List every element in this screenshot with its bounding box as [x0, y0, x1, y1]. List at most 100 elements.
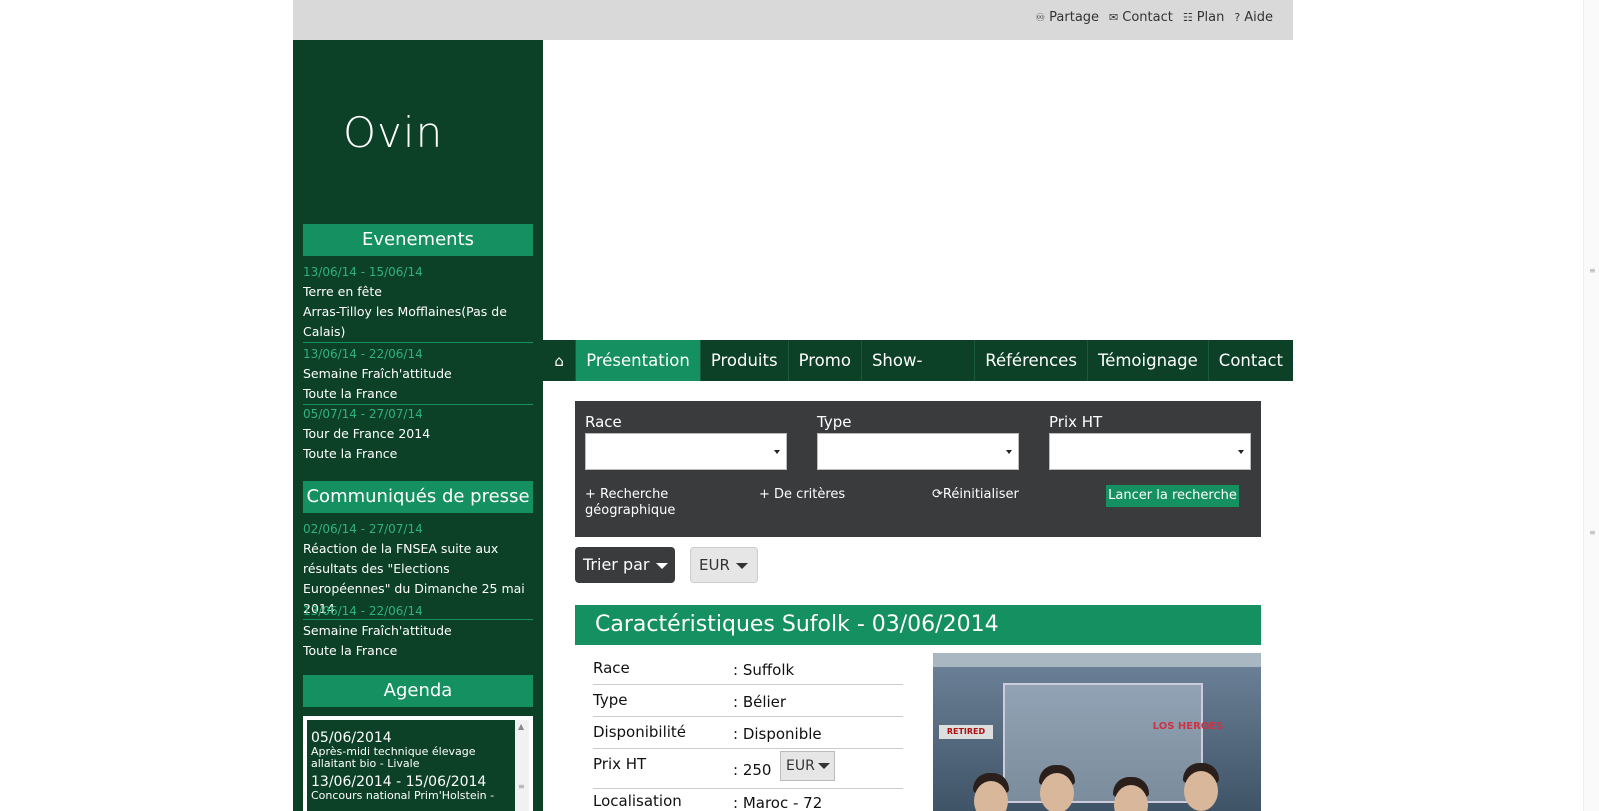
help-label: Aide	[1244, 10, 1273, 25]
photo-sign: LOS HEROES	[1152, 721, 1224, 732]
event-title: Terre en fête	[303, 284, 382, 299]
home-icon[interactable]: ⌂	[543, 340, 577, 381]
contact-label: Contact	[1122, 10, 1173, 25]
race-label: Race	[585, 413, 622, 431]
reset-link[interactable]: ⟳Réinitialiser	[932, 487, 1019, 503]
spec-row: Type : Bélier	[593, 685, 903, 717]
product-photo[interactable]: RETIRED LOS HEROES	[933, 653, 1261, 811]
envelope-icon: ✉	[1109, 11, 1119, 24]
event-place: Arras-Tilloy les Mofflaines(Pas de Calai…	[303, 304, 507, 339]
agenda-box[interactable]: 05/06/2014 Après-midi technique élevage …	[303, 716, 533, 811]
photo-person	[1184, 771, 1218, 811]
type-select[interactable]	[817, 433, 1019, 470]
caret-down-icon	[774, 450, 780, 454]
share-icon: ♾	[1035, 11, 1046, 24]
caret-down-icon	[735, 562, 748, 569]
search-panel: Race Type Prix HT + Recherche géographiq…	[575, 401, 1261, 537]
price-currency-select[interactable]: EUR	[780, 751, 835, 781]
spec-row: Disponibilité : Disponible	[593, 717, 903, 749]
geo-search-link[interactable]: + Recherche géographique	[585, 487, 695, 519]
press-place: Toute la France	[303, 643, 398, 658]
sitemap-icon: ☷	[1182, 11, 1193, 24]
scroll-up-icon[interactable]: ▲	[518, 722, 524, 731]
top-links: ♾ Partage ✉ Contact ☷ Plan ? Aide	[1035, 10, 1273, 25]
race-select[interactable]	[585, 433, 787, 470]
more-criteria-link[interactable]: + De critères	[759, 487, 845, 503]
currency-dropdown[interactable]: EUR	[690, 547, 758, 583]
press-date: 02/06/14 - 27/07/14	[303, 522, 423, 536]
top-bar: ♾ Partage ✉ Contact ☷ Plan ? Aide	[293, 0, 1293, 40]
help-link[interactable]: ? Aide	[1234, 10, 1273, 25]
prix-label: Prix HT	[1049, 413, 1103, 431]
spec-row: Race : Suffolk	[593, 653, 903, 685]
events-title: Evenements	[303, 224, 533, 256]
share-link[interactable]: ♾ Partage	[1035, 10, 1099, 25]
spec-value: : Disponible	[733, 725, 822, 743]
event-date: 05/07/14 - 27/07/14	[303, 407, 423, 421]
nav-item-references[interactable]: Références	[975, 340, 1088, 381]
refresh-icon: ⟳	[932, 487, 943, 502]
press-title: Communiqués de presse	[303, 481, 533, 513]
caret-down-icon	[817, 763, 830, 769]
share-label: Partage	[1049, 10, 1100, 25]
agenda-title: Agenda	[303, 675, 533, 707]
page-scrollbar[interactable]: ≡ ≡	[1583, 0, 1599, 811]
nav-item-produits[interactable]: Produits	[701, 340, 789, 381]
prix-select[interactable]	[1049, 433, 1251, 470]
spec-key: Localisation	[593, 792, 682, 810]
agenda-desc: Après-midi technique élevage allaitant b…	[311, 745, 476, 770]
banner-area	[543, 40, 1293, 340]
nav-item-presentation[interactable]: Présentation	[576, 340, 701, 381]
event-item[interactable]: 13/06/14 - 22/06/14 Semaine Fraîch'attit…	[303, 344, 533, 405]
spec-key: Race	[593, 659, 630, 677]
spec-key: Disponibilité	[593, 723, 687, 741]
scroll-grip-icon[interactable]: ≡	[1589, 266, 1596, 275]
event-date: 13/06/14 - 15/06/14	[303, 265, 423, 279]
contact-link[interactable]: ✉ Contact	[1109, 10, 1173, 25]
event-item[interactable]: 13/06/14 - 15/06/14 Terre en fête Arras-…	[303, 262, 533, 343]
site-logo[interactable]: Ovin	[343, 108, 443, 157]
agenda-desc: Concours national Prim'Holstein -	[311, 789, 495, 802]
nav-item-show-room[interactable]: Show-Room	[862, 340, 976, 411]
nav-item-promo[interactable]: Promo	[789, 340, 862, 381]
question-icon: ?	[1234, 11, 1241, 24]
event-title: Semaine Fraîch'attitude	[303, 366, 452, 381]
nav-item-contact[interactable]: Contact	[1209, 340, 1293, 381]
nav-item-temoignage[interactable]: Témoignage	[1088, 340, 1209, 381]
spec-value: : Suffolk	[733, 661, 795, 679]
agenda-date[interactable]: 13/06/2014 - 15/06/2014	[311, 774, 511, 790]
agenda-scrollbar[interactable]: ▲ ≡	[515, 720, 529, 811]
spec-row: Localisation : Maroc - 72	[593, 789, 903, 811]
photo-sign: RETIRED	[939, 725, 993, 739]
event-place: Toute la France	[303, 446, 398, 461]
scroll-grip-icon[interactable]: ≡	[1589, 528, 1596, 537]
currency-label: EUR	[699, 556, 730, 574]
spec-key: Prix HT	[593, 755, 647, 773]
sort-label: Trier par	[583, 555, 650, 574]
photo-bus-window	[1003, 683, 1203, 803]
press-text: Semaine Fraîch'attitude	[303, 623, 452, 638]
caret-down-icon	[655, 562, 668, 569]
plan-label: Plan	[1196, 10, 1225, 25]
event-item[interactable]: 05/07/14 - 27/07/14 Tour de France 2014 …	[303, 404, 533, 464]
press-date: 13/06/14 - 22/06/14	[303, 604, 423, 618]
reset-label: Réinitialiser	[942, 487, 1019, 502]
press-item[interactable]: 13/06/14 - 22/06/14 Semaine Fraîch'attit…	[303, 601, 533, 661]
scroll-grip-icon[interactable]: ≡	[518, 782, 526, 791]
submit-search-button[interactable]: Lancer la recherche	[1106, 485, 1239, 507]
spec-value: : Bélier	[733, 693, 787, 711]
agenda-date[interactable]: 05/06/2014	[311, 730, 511, 746]
sort-dropdown[interactable]: Trier par	[575, 547, 675, 583]
price-currency-label: EUR	[786, 758, 815, 774]
detail-title: Caractéristiques Sufolk - 03/06/2014	[575, 605, 1261, 645]
caret-down-icon	[1238, 450, 1244, 454]
event-place: Toute la France	[303, 386, 398, 401]
spec-key: Type	[593, 691, 628, 709]
agenda-list: 05/06/2014 Après-midi technique élevage …	[307, 720, 515, 811]
event-date: 13/06/14 - 22/06/14	[303, 347, 423, 361]
plan-link[interactable]: ☷ Plan	[1183, 10, 1225, 25]
photo-person	[1040, 773, 1074, 811]
sidebar: Ovin Evenements 13/06/14 - 15/06/14 Terr…	[293, 40, 543, 811]
main-nav: ⌂ Présentation Produits Promo Show-Room …	[543, 340, 1293, 411]
event-title: Tour de France 2014	[303, 426, 431, 441]
